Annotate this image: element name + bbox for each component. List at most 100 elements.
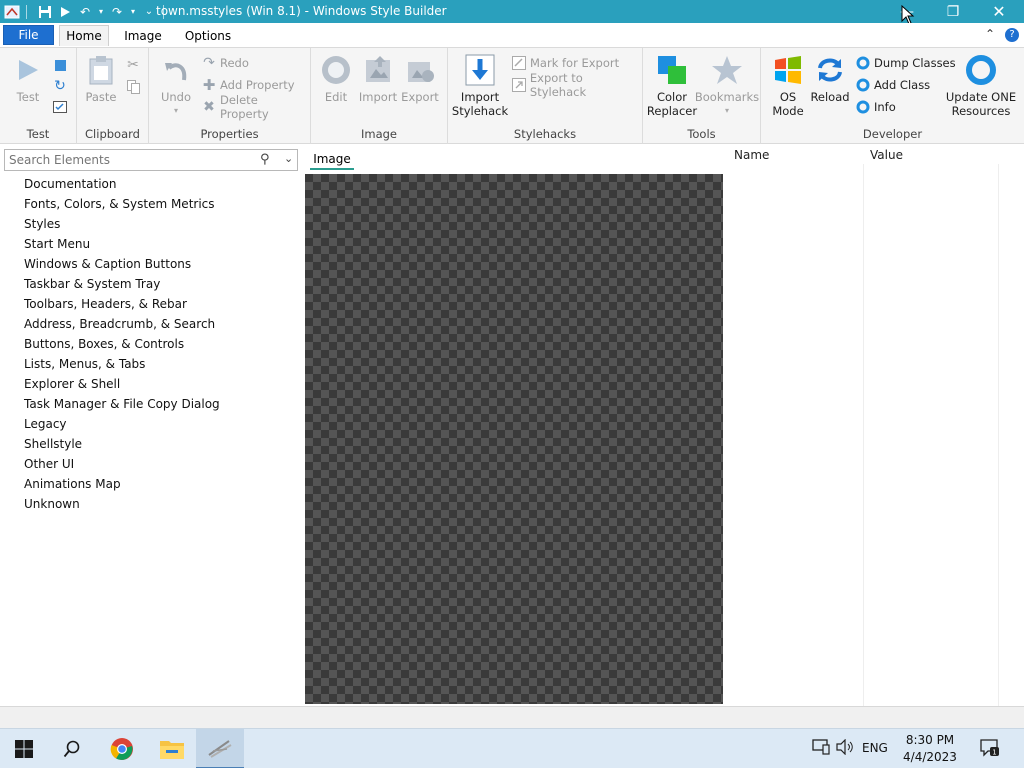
paste-button[interactable]: Paste (83, 54, 119, 104)
network-icon[interactable] (812, 739, 830, 758)
info-button[interactable]: Info (855, 98, 896, 116)
export-to-stylehack-button[interactable]: Export to Stylehack (511, 71, 642, 99)
value-column-header[interactable]: Value (870, 148, 903, 162)
tree-item-taskbar[interactable]: Taskbar & System Tray (24, 274, 304, 294)
color-replacer-button[interactable]: Color Replacer (646, 54, 698, 118)
tree-item-animations-map[interactable]: Animations Map (24, 474, 304, 494)
update-one-label: Update ONE Resources (945, 90, 1017, 118)
file-explorer-icon (160, 741, 184, 759)
plus-icon: ✚ (202, 76, 216, 94)
element-tree: Documentation Fonts, Colors, & System Me… (24, 174, 304, 514)
title-bar: ↶ ▾ ↷ ▾ ⌄ town.msstyles (Win 8.1) - Wind… (0, 0, 1024, 25)
chevron-down-icon[interactable]: ⌄ (284, 152, 293, 165)
delete-property-button[interactable]: ✖ Delete Property (201, 93, 310, 121)
tree-item-lists[interactable]: Lists, Menus, & Tabs (24, 354, 304, 374)
clock[interactable]: 8:30 PM 4/4/2023 (898, 732, 962, 766)
ribbon-tab-bar: File Home Image Options ⌃ ? (0, 23, 1024, 47)
search-icon[interactable]: ⚲ (260, 152, 270, 167)
copy-icon (125, 79, 141, 95)
notification-icon[interactable]: 1 (980, 739, 1000, 760)
paste-button-label: Paste (85, 90, 117, 104)
tree-item-legacy[interactable]: Legacy (24, 414, 304, 434)
close-button[interactable]: ✕ (976, 0, 1022, 23)
tree-item-windows-caption[interactable]: Windows & Caption Buttons (24, 254, 304, 274)
info-label: Info (874, 100, 896, 114)
group-test-label: Test (26, 127, 50, 141)
clock-date: 4/4/2023 (903, 750, 957, 764)
start-button[interactable] (0, 729, 48, 768)
import-stylehack-button[interactable]: Import Stylehack (452, 54, 508, 118)
tree-item-unknown[interactable]: Unknown (24, 494, 304, 514)
taskbar-search-button[interactable] (48, 729, 96, 768)
cut-button[interactable]: ✂ (125, 56, 144, 74)
volume-icon[interactable] (836, 738, 854, 758)
reload-button[interactable]: Reload (810, 54, 850, 104)
chevron-down-icon[interactable]: ▾ (129, 4, 137, 20)
undo-icon[interactable]: ↶ (77, 4, 93, 20)
group-tools: Color Replacer Bookmarks ▾ Tools (643, 48, 761, 144)
help-icon[interactable]: ? (1005, 28, 1019, 42)
tab-home[interactable]: Home (59, 25, 109, 46)
style-builder-icon (208, 740, 232, 758)
checklist-icon (52, 99, 68, 115)
play-icon[interactable] (57, 4, 73, 20)
bookmarks-button[interactable]: Bookmarks ▾ (695, 54, 759, 118)
stop-button[interactable] (52, 56, 71, 74)
name-column-header[interactable]: Name (734, 148, 769, 162)
taskbar-style-builder[interactable] (196, 729, 244, 768)
group-properties: Undo ▾ ↷ Redo ✚ Add Property ✖ Delete Pr… (149, 48, 311, 144)
tree-item-documentation[interactable]: Documentation (24, 174, 304, 194)
tree-item-buttons[interactable]: Buttons, Boxes, & Controls (24, 334, 304, 354)
group-clipboard-label: Clipboard (85, 127, 140, 141)
tree-item-toolbars[interactable]: Toolbars, Headers, & Rebar (24, 294, 304, 314)
file-menu-button[interactable]: File (3, 25, 54, 45)
import-image-button[interactable]: Import (358, 54, 398, 104)
taskbar-chrome[interactable] (98, 729, 146, 768)
tree-item-address[interactable]: Address, Breadcrumb, & Search (24, 314, 304, 334)
add-class-label: Add Class (874, 78, 931, 92)
checklist-button[interactable] (52, 98, 71, 116)
add-class-button[interactable]: Add Class (855, 76, 930, 94)
tab-image-preview[interactable]: Image (310, 149, 354, 170)
undo-button[interactable]: Undo ▾ (159, 54, 193, 118)
edit-icon (320, 54, 352, 86)
delete-property-label: Delete Property (219, 93, 269, 121)
status-bar (0, 706, 1024, 728)
app-icon (4, 4, 20, 20)
maximize-button[interactable]: ❐ (930, 0, 976, 23)
chevron-down-icon[interactable]: ▾ (97, 4, 105, 20)
dump-classes-button[interactable]: Dump Classes (855, 54, 956, 72)
chrome-icon (110, 738, 133, 760)
save-icon[interactable] (37, 4, 53, 20)
mark-for-export-button[interactable]: Mark for Export (511, 54, 619, 72)
ring-icon (965, 54, 997, 86)
edit-button-label: Edit (324, 90, 348, 104)
collapse-ribbon-icon[interactable]: ⌃ (985, 27, 995, 41)
os-mode-button[interactable]: OS Mode (769, 54, 807, 118)
test-button[interactable]: Test (9, 54, 47, 104)
tree-item-explorer[interactable]: Explorer & Shell (24, 374, 304, 394)
export-image-button[interactable]: Export (399, 54, 441, 104)
redo-button[interactable]: ↷ Redo (201, 54, 249, 72)
copy-button[interactable] (125, 78, 144, 96)
add-property-button[interactable]: ✚ Add Property (201, 76, 295, 94)
taskbar-file-explorer[interactable] (148, 729, 196, 768)
language-indicator[interactable]: ENG (862, 741, 888, 755)
mark-icon (511, 55, 527, 71)
reload-label: Reload (810, 90, 850, 104)
edit-image-button[interactable]: Edit (318, 54, 354, 104)
customize-toolbar-icon[interactable]: ⌄ (141, 4, 157, 20)
tree-item-start-menu[interactable]: Start Menu (24, 234, 304, 254)
update-one-resources-button[interactable]: Update ONE Resources (943, 54, 1019, 118)
tab-options[interactable]: Options (180, 25, 236, 46)
refresh-test-button[interactable]: ↻ (52, 77, 71, 95)
tree-item-shellstyle[interactable]: Shellstyle (24, 434, 304, 454)
redo-icon: ↷ (203, 55, 215, 71)
tree-item-other-ui[interactable]: Other UI (24, 454, 304, 474)
redo-icon[interactable]: ↷ (109, 4, 125, 20)
tree-item-styles[interactable]: Styles (24, 214, 304, 234)
tree-item-fonts-colors[interactable]: Fonts, Colors, & System Metrics (24, 194, 304, 214)
tree-item-task-manager[interactable]: Task Manager & File Copy Dialog (24, 394, 304, 414)
search-input[interactable] (9, 152, 249, 168)
tab-image[interactable]: Image (118, 25, 168, 46)
